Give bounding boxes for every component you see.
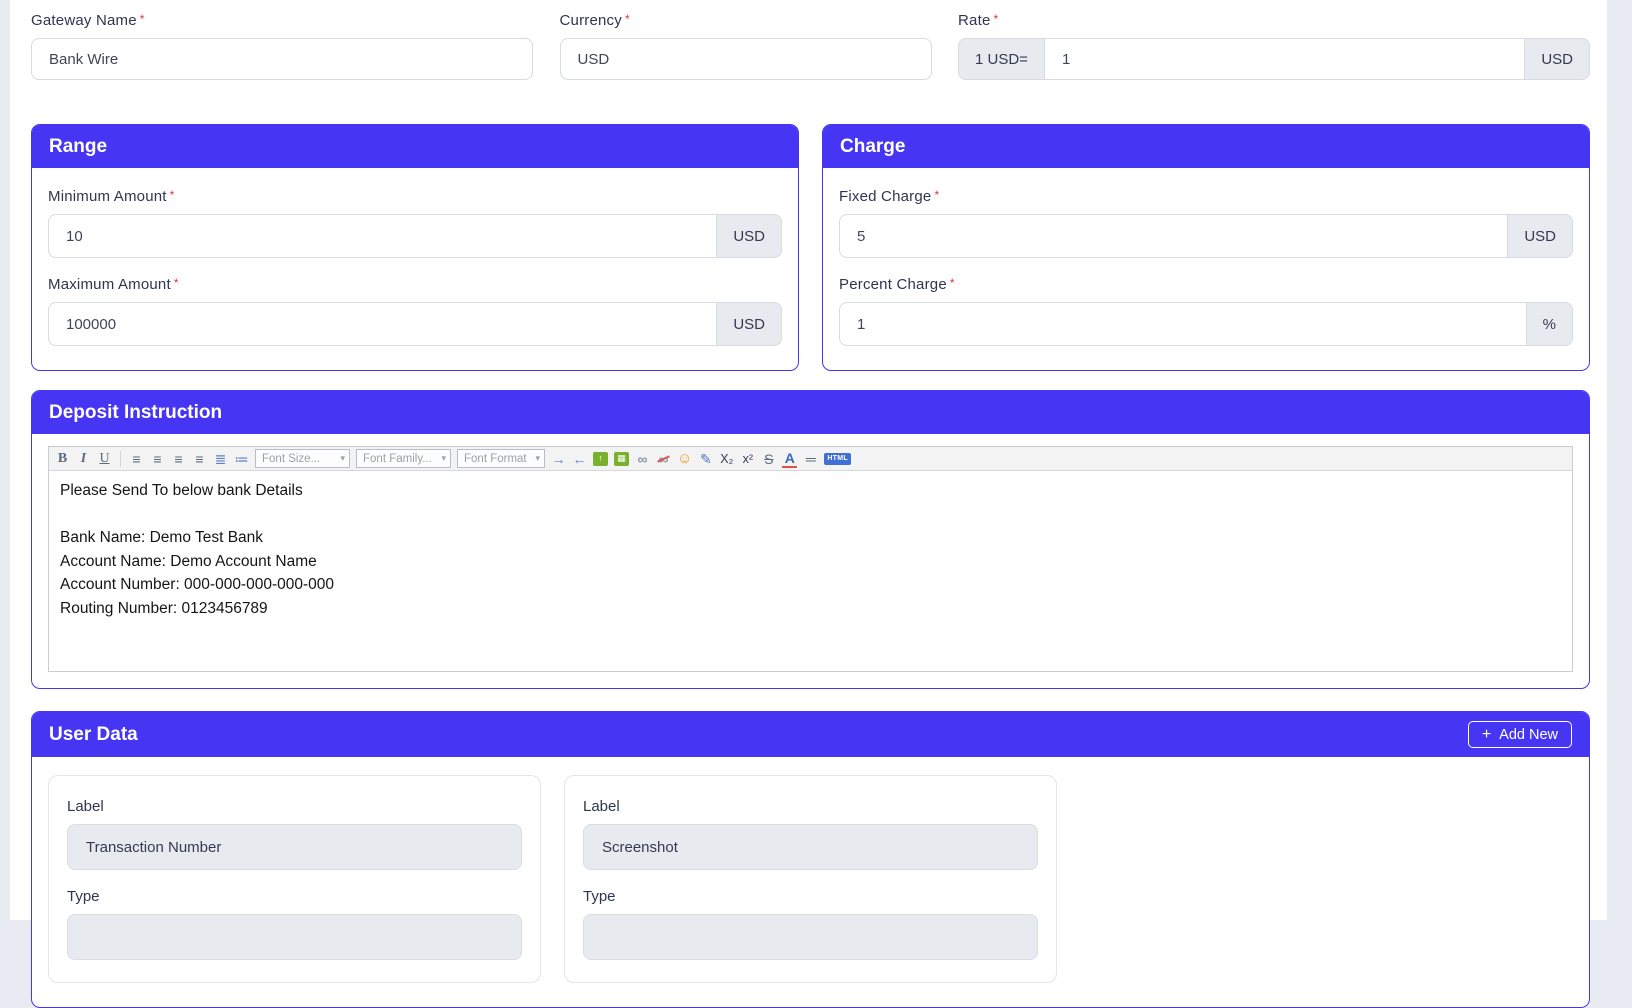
align-right-icon[interactable]: ≡ <box>171 448 186 470</box>
currency-input[interactable] <box>560 38 932 80</box>
fixed-charge-currency-addon: USD <box>1508 214 1573 258</box>
required-mark: * <box>170 188 175 202</box>
charge-card-title: Charge <box>840 136 905 158</box>
link-icon[interactable]: ∞ <box>635 448 650 470</box>
outdent-icon[interactable]: ← <box>572 448 587 470</box>
maximum-amount-currency-addon: USD <box>717 302 782 346</box>
unordered-list-icon[interactable]: ≔ <box>234 448 249 470</box>
indent-icon[interactable]: → <box>551 448 566 470</box>
rate-prefix-addon: 1 USD= <box>958 38 1044 80</box>
editor-line: Routing Number: 0123456789 <box>60 597 1561 621</box>
editor-line: Please Send To below bank Details <box>60 479 1561 503</box>
chevron-down-icon: ▾ <box>535 453 540 464</box>
maximum-amount-input[interactable] <box>48 302 717 346</box>
editor-line <box>60 503 1561 527</box>
rate-currency-addon: USD <box>1525 38 1590 80</box>
user-data-card-title: User Data <box>49 724 138 746</box>
type-caption: Type <box>583 888 1038 905</box>
range-card-title: Range <box>49 136 107 158</box>
gateway-basic-row: Gateway Name* Currency* Rate* 1 USD= USD <box>31 12 1590 80</box>
user-data-item: Label Screenshot Type <box>564 775 1057 983</box>
strikethrough-icon[interactable]: S <box>761 448 776 470</box>
percent-charge-label: Percent Charge* <box>839 276 1573 293</box>
editor-toolbar: B I U ≡ ≡ ≡ ≡ ≣ ≔ Font Size...▾ Font Fam… <box>49 447 1572 471</box>
bold-icon[interactable]: B <box>55 448 70 470</box>
align-justify-icon[interactable]: ≡ <box>192 448 207 470</box>
subscript-icon[interactable]: X₂ <box>719 448 734 470</box>
percent-charge-input[interactable] <box>839 302 1527 346</box>
currency-label: Currency* <box>560 12 932 29</box>
required-mark: * <box>950 276 955 290</box>
user-data-card-header: User Data + Add New <box>32 712 1589 757</box>
underline-icon[interactable]: U <box>97 448 112 470</box>
chevron-down-icon: ▾ <box>441 453 446 464</box>
fixed-charge-label: Fixed Charge* <box>839 188 1573 205</box>
chevron-down-icon: ▾ <box>340 453 345 464</box>
user-data-card: User Data + Add New Label Transaction Nu… <box>31 711 1590 1008</box>
align-center-icon[interactable]: ≡ <box>150 448 165 470</box>
label-caption: Label <box>67 798 522 815</box>
rate-label: Rate* <box>958 12 1590 29</box>
percent-charge-unit-addon: % <box>1527 302 1573 346</box>
font-format-select[interactable]: Font Format▾ <box>457 449 545 468</box>
minimum-amount-label: Minimum Amount* <box>48 188 782 205</box>
ordered-list-icon[interactable]: ≣ <box>213 448 228 470</box>
main-content-panel: Gateway Name* Currency* Rate* 1 USD= USD <box>10 0 1607 920</box>
add-new-button[interactable]: + Add New <box>1468 721 1572 748</box>
range-card: Range Minimum Amount* USD Maximum Amount… <box>31 124 799 371</box>
deposit-instruction-editor-content[interactable]: Please Send To below bank Details Bank N… <box>49 471 1572 671</box>
deposit-instruction-card-header: Deposit Instruction <box>32 391 1589 434</box>
editor-line: Account Number: 000-000-000-000-000 <box>60 573 1561 597</box>
type-caption: Type <box>67 888 522 905</box>
required-mark: * <box>140 12 145 26</box>
label-caption: Label <box>583 798 1038 815</box>
charge-card-header: Charge <box>823 125 1589 168</box>
required-mark: * <box>934 188 939 202</box>
align-left-icon[interactable]: ≡ <box>129 448 144 470</box>
required-mark: * <box>994 12 999 26</box>
font-size-select[interactable]: Font Size...▾ <box>255 449 350 468</box>
label-value-input: Transaction Number <box>67 824 522 870</box>
deposit-instruction-card: Deposit Instruction B I U ≡ ≡ ≡ ≡ ≣ ≔ <box>31 390 1590 689</box>
html-source-icon[interactable]: HTML <box>824 453 851 465</box>
range-card-header: Range <box>32 125 798 168</box>
rich-text-editor: B I U ≡ ≡ ≡ ≡ ≣ ≔ Font Size...▾ Font Fam… <box>48 446 1573 672</box>
toolbar-separator <box>120 451 121 467</box>
image-icon[interactable]: ▦ <box>614 452 629 466</box>
font-family-select[interactable]: Font Family...▾ <box>356 449 451 468</box>
gateway-name-label: Gateway Name* <box>31 12 533 29</box>
emoticon-icon[interactable]: ☺ <box>677 448 692 470</box>
plus-icon: + <box>1482 727 1491 743</box>
user-data-item: Label Transaction Number Type <box>48 775 541 983</box>
type-value-input <box>583 914 1038 960</box>
charge-card: Charge Fixed Charge* USD Percent Charge* <box>822 124 1590 371</box>
superscript-icon[interactable]: x² <box>740 448 755 470</box>
required-mark: * <box>174 276 179 290</box>
unlink-icon[interactable]: ∞ <box>656 448 671 470</box>
required-mark: * <box>625 12 630 26</box>
fixed-charge-input[interactable] <box>839 214 1508 258</box>
minimum-amount-currency-addon: USD <box>717 214 782 258</box>
gateway-name-input[interactable] <box>31 38 533 80</box>
italic-icon[interactable]: I <box>76 448 91 470</box>
rate-input[interactable] <box>1044 38 1525 80</box>
image-upload-icon[interactable]: ↑ <box>593 452 608 466</box>
remove-format-icon[interactable]: A <box>782 450 797 468</box>
edit-pencil-icon[interactable]: ✎ <box>698 448 713 470</box>
type-value-input <box>67 914 522 960</box>
deposit-instruction-card-title: Deposit Instruction <box>49 402 222 424</box>
editor-line: Bank Name: Demo Test Bank <box>60 526 1561 550</box>
label-value-input: Screenshot <box>583 824 1038 870</box>
minimum-amount-input[interactable] <box>48 214 717 258</box>
editor-line: Account Name: Demo Account Name <box>60 550 1561 574</box>
horizontal-rule-icon[interactable]: ═ <box>803 448 818 470</box>
maximum-amount-label: Maximum Amount* <box>48 276 782 293</box>
